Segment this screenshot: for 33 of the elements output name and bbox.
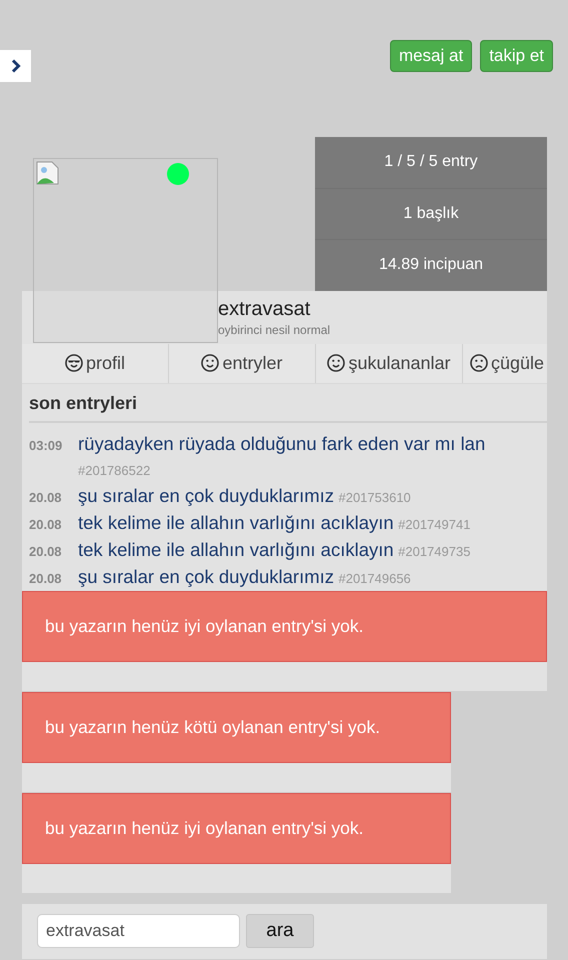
entry-time: 03:09 (29, 436, 64, 454)
smiley-icon (327, 354, 346, 372)
entry-id: #201786522 (78, 462, 150, 478)
entry-time: 20.08 (29, 542, 63, 560)
stat-item[interactable]: 1 / 5 / 5 entry (315, 137, 547, 188)
broken-image-icon (36, 161, 60, 185)
chevron-right-icon (10, 59, 20, 73)
entry-link[interactable]: tek kelime ile allahın varlığını acıklayın (78, 538, 394, 560)
entry-id: #201749656 (338, 570, 411, 586)
entry-link[interactable]: şu sıralar en çok duyduklarımız (78, 566, 334, 586)
empty-notice: bu yazarın henüz kötü oylanan entry'si yok. (22, 692, 451, 762)
search-field[interactable]: extravasat (37, 914, 240, 948)
smiley-icon (201, 354, 220, 372)
entry-time: 20.08 (29, 516, 63, 534)
entry-id: #201753610 (338, 490, 411, 504)
sunglasses-face-icon (64, 354, 83, 372)
empty-notice: bu yazarın henüz iyi oylanan entry'si yok. (22, 792, 451, 864)
entry-time: 20.08 (29, 488, 63, 506)
stat-item[interactable]: 14.89 incipuan (315, 240, 547, 290)
entry-id: #201749735 (398, 544, 470, 558)
user-rank: oybirinci nesil normal (218, 322, 332, 336)
entry-link[interactable]: şu sıralar en çok duyduklarımız (78, 484, 334, 506)
sidebar-toggle-button[interactable] (0, 50, 31, 82)
section-heading: son entryleri (29, 384, 547, 422)
search-button[interactable]: ara (246, 914, 314, 948)
username: extravasat (218, 298, 312, 320)
empty-notice: bu yazarın henüz iyi oylanan entry'si yok. (22, 590, 547, 662)
entry-link[interactable]: tek kelime ile allahın varlığını acıklayın (78, 512, 394, 532)
entry-id: #201749741 (398, 516, 470, 532)
frown-icon (470, 354, 488, 372)
entry-time: 20.08 (29, 570, 63, 588)
stat-item[interactable]: 1 başlık (315, 188, 547, 240)
entry-link[interactable]: rüyadayken rüyada olduğunu fark eden var mı lan (78, 432, 486, 454)
